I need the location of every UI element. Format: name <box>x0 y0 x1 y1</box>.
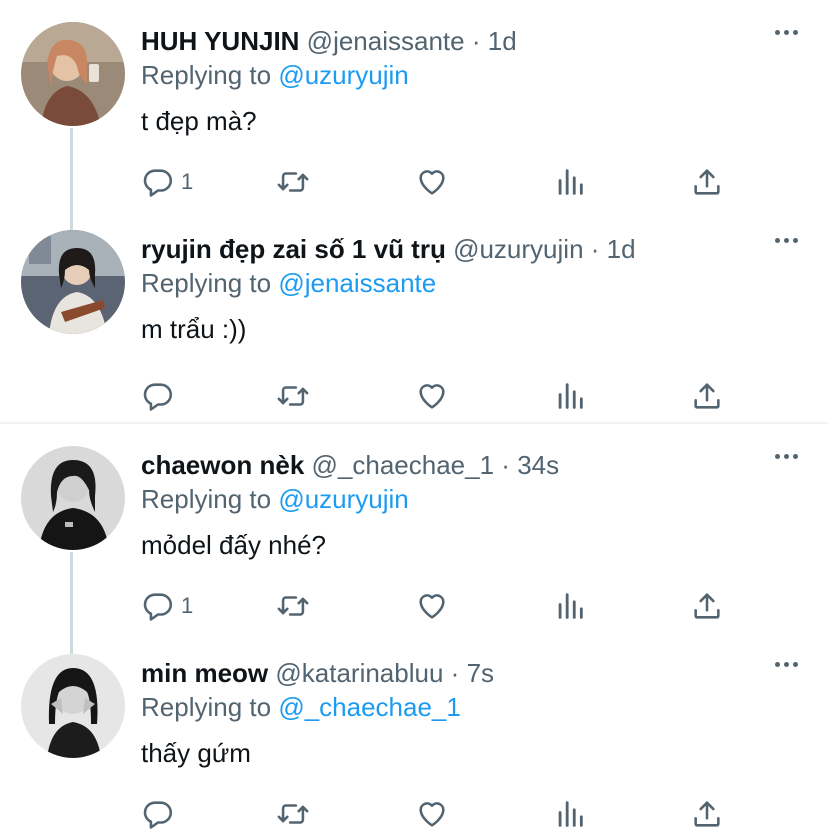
tweet-text: thấy gứm <box>141 738 251 768</box>
like-button[interactable] <box>415 160 449 204</box>
replying-to-label: Replying to <box>141 484 272 514</box>
analytics-icon <box>558 801 583 827</box>
more-icon[interactable] <box>775 30 798 35</box>
mention-link[interactable]: @_chaechae_1 <box>278 692 461 722</box>
share-icon <box>694 593 720 619</box>
avatar[interactable] <box>21 654 125 758</box>
timestamp[interactable]: 1d <box>607 234 636 264</box>
more-icon[interactable] <box>775 238 798 243</box>
retweet-icon <box>277 386 309 406</box>
analytics-button[interactable] <box>553 160 587 204</box>
more-icon[interactable] <box>775 662 798 667</box>
like-icon <box>419 170 445 195</box>
reply-count: 1 <box>181 593 194 618</box>
retweet-button[interactable] <box>276 374 310 418</box>
retweet-icon <box>277 172 309 192</box>
mention-link[interactable]: @uzuryujin <box>278 60 408 90</box>
analytics-button[interactable] <box>553 584 587 628</box>
more-icon[interactable] <box>775 454 798 459</box>
handle[interactable]: @uzuryujin <box>453 234 583 264</box>
reply-button[interactable] <box>141 792 181 836</box>
like-icon <box>419 802 445 827</box>
replying-to: Replying to @uzuryujin <box>141 58 409 92</box>
tweet-header: min meow @katarinabluu · 7s <box>141 656 748 690</box>
retweet-button[interactable] <box>276 160 310 204</box>
action-bar <box>0 792 828 836</box>
separator: · <box>501 450 510 480</box>
share-button[interactable] <box>690 792 724 836</box>
replying-to-label: Replying to <box>141 60 272 90</box>
share-icon <box>694 383 720 409</box>
tweet-text: t đẹp mà? <box>141 106 257 136</box>
tweet-2[interactable]: ryujin đẹp zai số 1 vũ trụ @uzuryujin · … <box>0 208 828 422</box>
share-button[interactable] <box>690 584 724 628</box>
analytics-icon <box>558 593 583 619</box>
display-name[interactable]: HUH YUNJIN <box>141 26 299 56</box>
like-button[interactable] <box>415 584 449 628</box>
like-button[interactable] <box>415 374 449 418</box>
reply-button[interactable]: 1 <box>141 584 193 628</box>
reply-icon <box>143 383 173 411</box>
handle[interactable]: @jenaissante <box>307 26 465 56</box>
handle[interactable]: @katarinabluu <box>275 658 443 688</box>
separator: · <box>471 26 481 56</box>
retweet-icon <box>277 596 309 616</box>
share-button[interactable] <box>690 374 724 418</box>
analytics-button[interactable] <box>553 374 587 418</box>
analytics-icon <box>558 169 583 195</box>
tweet-1[interactable]: HUH YUNJIN @jenaissante · 1d Replying to… <box>0 0 828 208</box>
thread-line <box>70 208 73 230</box>
avatar[interactable] <box>21 446 125 550</box>
separator: · <box>590 234 600 264</box>
share-icon <box>694 169 720 195</box>
like-icon <box>419 594 445 619</box>
reply-count: 1 <box>181 169 194 194</box>
retweet-icon <box>277 804 309 824</box>
like-icon <box>419 384 445 409</box>
reply-icon <box>143 801 173 829</box>
reply-button[interactable]: 1 <box>141 160 193 204</box>
avatar[interactable] <box>21 230 125 334</box>
action-bar: 1 <box>0 160 828 204</box>
replying-to: Replying to @jenaissante <box>141 266 436 300</box>
mention-link[interactable]: @uzuryujin <box>278 484 408 514</box>
thread-line <box>70 632 73 654</box>
replying-to-label: Replying to <box>141 692 272 722</box>
display-name[interactable]: min meow <box>141 658 268 688</box>
action-bar: 1 <box>0 584 828 628</box>
tweet-4[interactable]: min meow @katarinabluu · 7s Replying to … <box>0 632 828 840</box>
replying-to: Replying to @_chaechae_1 <box>141 690 461 724</box>
display-name[interactable]: ryujin đẹp zai số 1 vũ trụ <box>141 234 446 264</box>
tweet-header: ryujin đẹp zai số 1 vũ trụ @uzuryujin · … <box>141 232 748 266</box>
handle[interactable]: @_chaechae_1 <box>312 450 495 480</box>
reply-icon <box>143 593 173 621</box>
tweet-header: chaewon nèk @_chaechae_1 · 34s <box>141 448 748 482</box>
display-name[interactable]: chaewon nèk <box>141 450 304 480</box>
timestamp[interactable]: 1d <box>488 26 517 56</box>
mention-link[interactable]: @jenaissante <box>278 268 436 298</box>
separator: · <box>450 658 460 688</box>
retweet-button[interactable] <box>276 792 310 836</box>
tweet-3[interactable]: chaewon nèk @_chaechae_1 · 34s Replying … <box>0 424 828 632</box>
analytics-button[interactable] <box>553 792 587 836</box>
action-bar <box>0 374 828 418</box>
replying-to-label: Replying to <box>141 268 272 298</box>
like-button[interactable] <box>415 792 449 836</box>
timestamp[interactable]: 34s <box>517 450 559 480</box>
share-icon <box>694 801 720 827</box>
reply-button[interactable] <box>141 374 181 418</box>
avatar[interactable] <box>21 22 125 126</box>
retweet-button[interactable] <box>276 584 310 628</box>
analytics-icon <box>558 383 583 409</box>
timestamp[interactable]: 7s <box>467 658 494 688</box>
tweet-header: HUH YUNJIN @jenaissante · 1d <box>141 24 748 58</box>
replying-to: Replying to @uzuryujin <box>141 482 409 516</box>
tweet-text: mỏdel đấy nhé? <box>141 530 327 560</box>
share-button[interactable] <box>690 160 724 204</box>
tweet-text: m trẩu :)) <box>141 314 247 344</box>
reply-icon <box>143 169 173 197</box>
